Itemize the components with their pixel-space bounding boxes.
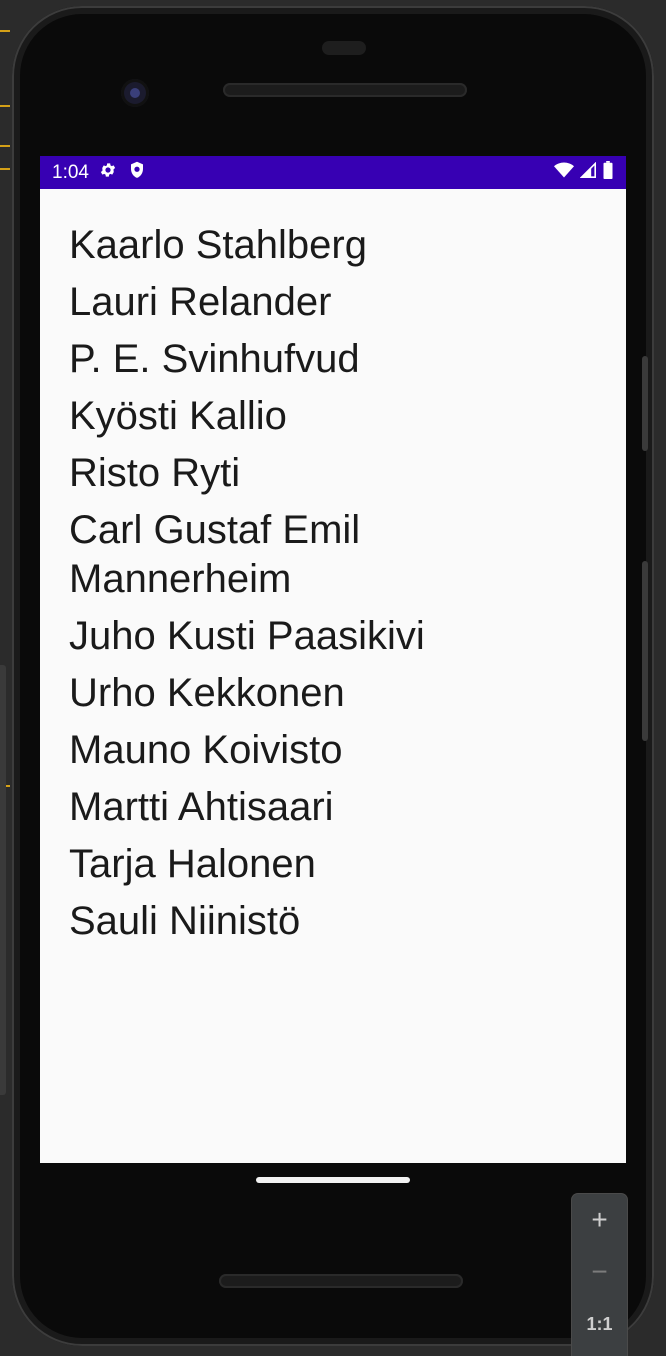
list-item: Kaarlo Stahlberg (69, 223, 367, 267)
emulator-side-panel (0, 665, 6, 1095)
shield-icon (129, 161, 145, 184)
settings-gear-icon (99, 161, 117, 184)
device-screen: 1:04 Kaarlo Stahlberg Lauri Relander P. … (40, 156, 626, 1163)
wifi-icon (554, 162, 574, 183)
actual-size-button[interactable]: 1:1 (572, 1298, 627, 1350)
side-marker (0, 30, 10, 32)
bottom-speaker-grille (219, 1274, 463, 1288)
status-time: 1:04 (52, 161, 89, 183)
list-item: P. E. Svinhufvud (69, 337, 360, 381)
status-bar: 1:04 (40, 156, 626, 189)
side-marker (0, 168, 10, 170)
power-button[interactable] (642, 356, 648, 451)
battery-icon (602, 161, 614, 184)
volume-button[interactable] (642, 561, 648, 741)
list-item: Lauri Relander (69, 280, 332, 324)
zoom-out-button[interactable]: − (572, 1246, 627, 1298)
list-item: Tarja Halonen (69, 842, 316, 886)
side-marker (0, 105, 10, 107)
list-item: Kyösti Kallio (69, 394, 287, 438)
proximity-sensor (322, 41, 366, 55)
list-item: Sauli Niinistö (69, 899, 301, 943)
list-item: Mauno Koivisto (69, 728, 343, 772)
list-item: Carl Gustaf Emil Mannerheim (69, 508, 361, 601)
cellular-signal-icon (579, 161, 596, 183)
side-marker (0, 145, 10, 147)
list-item: Martti Ahtisaari (69, 785, 334, 829)
front-camera (121, 79, 149, 107)
president-list: Kaarlo Stahlberg Lauri Relander P. E. Sv… (40, 189, 626, 946)
zoom-in-button[interactable]: + (572, 1194, 627, 1246)
list-item: Risto Ryti (69, 451, 241, 495)
home-gesture-bar[interactable] (256, 1177, 410, 1183)
top-speaker-grille (223, 83, 467, 97)
list-item: Juho Kusti Paasikivi (69, 614, 425, 658)
emulator-zoom-controls: + − 1:1 (572, 1194, 627, 1356)
list-item: Urho Kekkonen (69, 671, 345, 715)
